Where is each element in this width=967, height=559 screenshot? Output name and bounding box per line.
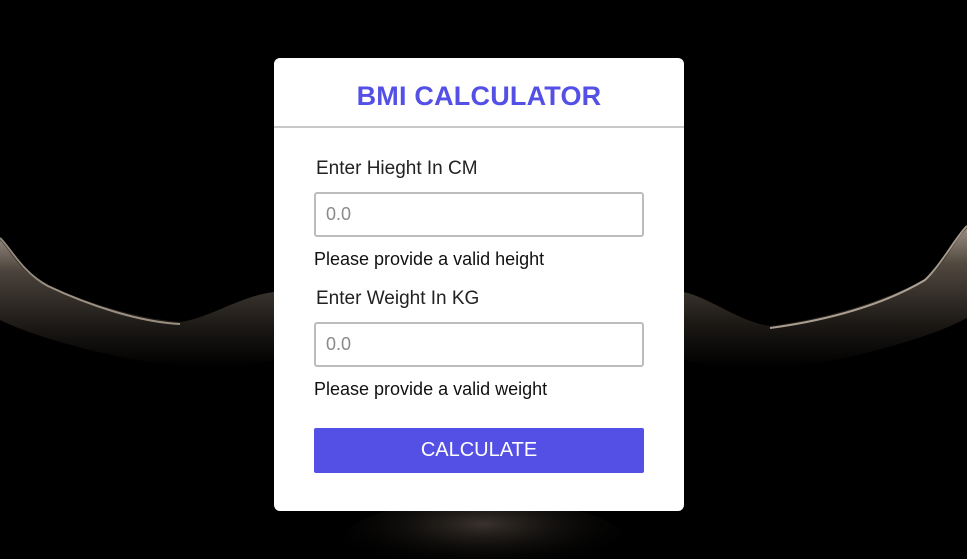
weight-hint: Please provide a valid weight	[314, 379, 548, 399]
card-header: BMI CALCULATOR	[274, 58, 684, 128]
calculate-button[interactable]: CALCULATE	[314, 428, 644, 473]
card-title: BMI CALCULATOR	[356, 80, 602, 111]
bmi-card: BMI CALCULATOR Enter Hieght In CM Please…	[274, 58, 684, 511]
height-input[interactable]	[314, 192, 644, 237]
weight-input[interactable]	[314, 322, 644, 367]
page-root: BMI CALCULATOR Enter Hieght In CM Please…	[0, 0, 967, 559]
height-label: Enter Hieght In CM	[316, 158, 478, 179]
weight-label: Enter Weight In KG	[316, 288, 480, 309]
card-body: Enter Hieght In CM Please provide a vali…	[274, 128, 684, 473]
height-hint: Please provide a valid height	[314, 249, 545, 269]
